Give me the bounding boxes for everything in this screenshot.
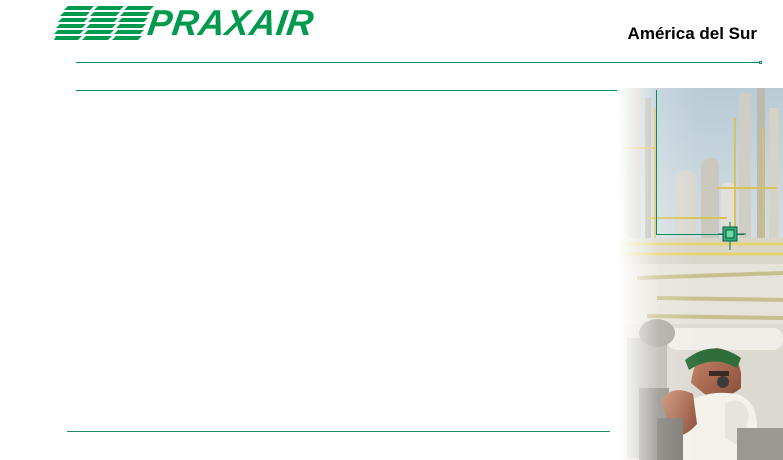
industrial-photo [617,88,783,460]
logo-stripes-icon [54,6,154,40]
industrial-plant-worker-photo-icon [617,88,783,460]
content-right-line [656,90,657,235]
header-divider [76,62,760,63]
region-label: América del Sur [627,24,757,43]
footer-divider [67,431,610,432]
header-divider-end-dot [759,61,762,64]
crosshair-target-icon [718,222,746,250]
praxair-logo: PRAXAIR [54,2,317,43]
content-top-line [76,90,657,91]
logo-wordmark: PRAXAIR [145,2,317,43]
